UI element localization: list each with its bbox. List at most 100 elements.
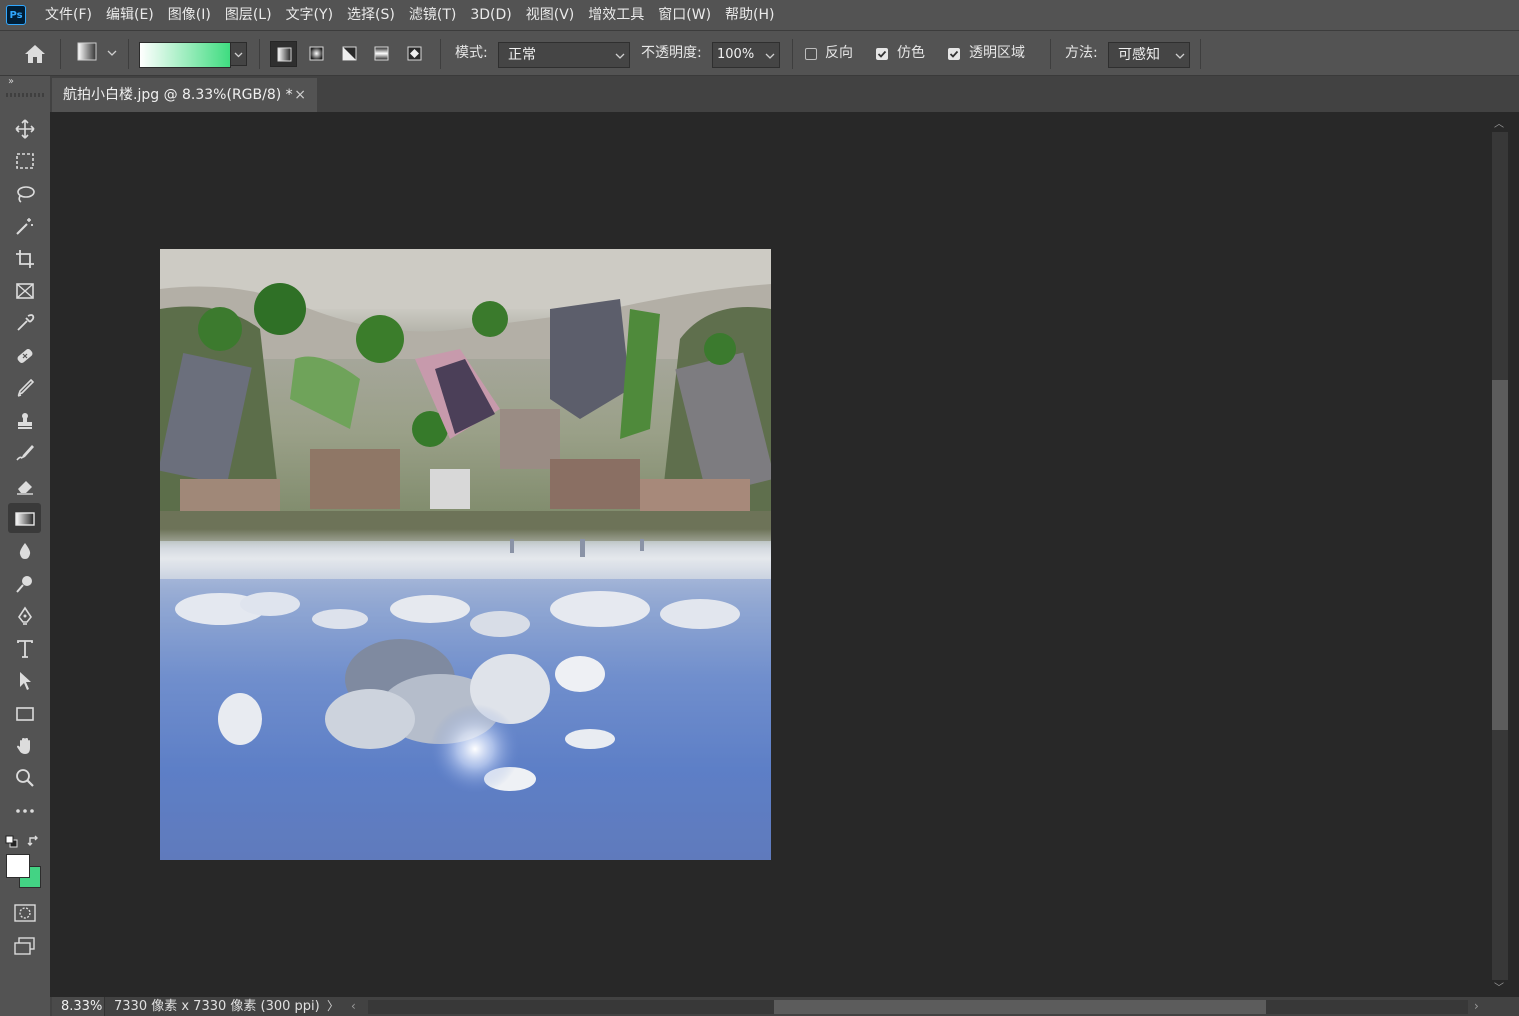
quick-mask-icon [14,904,36,922]
close-icon[interactable]: × [294,78,306,112]
gradient-picker-dropdown[interactable] [230,42,247,66]
hand-tool[interactable] [8,730,41,760]
gradient-editor-swatch[interactable] [139,42,231,68]
method-select[interactable]: 可感知 [1108,42,1190,68]
history-brush-tool[interactable] [8,437,41,467]
move-tool-icon [15,119,35,139]
dodge-tool-icon [16,576,32,593]
brush-tool-icon [17,378,35,397]
screen-mode-button[interactable] [12,935,38,957]
menu-window[interactable]: 窗口(W) [651,0,718,30]
chevron-down-icon [1175,53,1185,59]
dodge-tool[interactable] [8,568,41,598]
diamond-gradient-button[interactable] [401,41,428,67]
transparency-label: 透明区域 [969,45,1025,61]
reflected-gradient-button[interactable] [368,41,395,67]
marquee-tool[interactable] [8,145,41,175]
menu-3d[interactable]: 3D(D) [463,0,518,30]
lasso-tool-icon [17,186,35,203]
angle-gradient-icon [342,46,357,61]
diamond-gradient-icon [407,46,422,61]
hand-tool-icon [17,738,30,754]
linear-gradient-icon [277,47,292,62]
swap-colors-button[interactable] [27,833,41,847]
collapse-panel-icon[interactable]: ›› [8,76,14,87]
radial-gradient-button[interactable] [303,41,330,67]
status-menu-arrow-icon[interactable]: 〉 [327,997,339,1016]
scroll-left-icon[interactable]: ‹ [351,997,356,1016]
menu-plugins[interactable]: 增效工具 [581,0,651,30]
scroll-right-icon[interactable]: › [1474,997,1479,1016]
eyedropper-tool[interactable] [8,307,41,337]
more-tools-icon [16,809,34,813]
method-value: 可感知 [1118,47,1160,63]
tool-preset-dropdown[interactable] [105,45,119,61]
pen-tool-icon [18,606,32,625]
type-tool[interactable] [8,633,41,663]
angle-gradient-button[interactable] [336,41,363,67]
menu-help[interactable]: 帮助(H) [718,0,781,30]
history-brush-tool-icon [16,445,34,461]
stamp-tool[interactable] [8,405,41,435]
pen-tool[interactable] [8,600,41,630]
mode-label: 模式: [455,45,488,61]
menu-view[interactable]: 视图(V) [519,0,582,30]
opacity-input[interactable]: 100% [712,42,780,68]
menu-select[interactable]: 选择(S) [340,0,402,30]
gradient-tool[interactable] [8,503,41,533]
transparency-checkbox[interactable] [948,48,960,60]
method-label: 方法: [1065,45,1098,61]
vertical-scrollbar-thumb[interactable] [1492,380,1508,730]
menu-type[interactable]: 文字(Y) [279,0,340,30]
tool-preset-picker[interactable] [76,41,100,63]
document-tab-title: 航拍小白楼.jpg @ 8.33%(RGB/8) * [63,87,293,103]
scroll-up-icon[interactable]: ︿ [1494,115,1504,130]
quick-mask-button[interactable] [12,902,38,924]
healing-brush-tool-icon [17,349,33,363]
menu-image[interactable]: 图像(I) [161,0,218,30]
menu-file[interactable]: 文件(F) [38,0,99,30]
menu-edit[interactable]: 编辑(E) [99,0,161,30]
checkmark-icon [877,50,887,58]
default-colors-button[interactable] [5,834,19,848]
reflected-gradient-icon [374,46,389,61]
path-selection-tool[interactable] [8,665,41,695]
horizontal-scrollbar-thumb[interactable] [774,1000,1266,1014]
menu-bar: Ps 文件(F) 编辑(E) 图像(I) 图层(L) 文字(Y) 选择(S) 滤… [0,0,1519,30]
foreground-color-swatch[interactable] [6,854,30,878]
home-button[interactable] [20,41,50,67]
move-tool[interactable] [8,113,41,143]
dither-checkbox[interactable] [876,48,888,60]
healing-brush-tool[interactable] [8,340,41,370]
rectangle-tool-icon [16,707,34,721]
scroll-down-icon[interactable]: ﹀ [1494,979,1504,994]
options-divider [60,39,61,69]
blur-tool[interactable] [8,535,41,565]
rectangle-tool[interactable] [8,698,41,728]
linear-gradient-button[interactable] [270,41,297,67]
reverse-checkbox[interactable] [805,48,817,60]
brush-tool[interactable] [8,372,41,402]
mode-select[interactable]: 正常 [498,42,630,68]
stamp-tool-icon [18,413,32,429]
more-tools[interactable] [8,795,41,825]
mode-value: 正常 [508,47,536,63]
zoom-tool[interactable] [8,762,41,792]
eraser-tool[interactable] [8,470,41,500]
document-image[interactable] [160,249,771,860]
panel-grip[interactable] [6,93,44,97]
eyedropper-tool-icon [17,314,35,331]
screen-mode-icon [14,937,35,955]
dither-label: 仿色 [897,45,925,61]
document-tab[interactable]: 航拍小白楼.jpg @ 8.33%(RGB/8) * × [52,78,317,112]
menu-layer[interactable]: 图层(L) [218,0,279,30]
menu-filter[interactable]: 滤镜(T) [402,0,463,30]
zoom-level-field[interactable]: 8.33% [52,997,105,1016]
magic-wand-tool[interactable] [8,210,41,240]
options-divider [259,39,260,69]
crop-tool-icon [16,250,34,268]
status-bar: 8.33% 7330 像素 x 7330 像素 (300 ppi) 〉 ‹ › [50,997,1519,1016]
crop-tool[interactable] [8,243,41,273]
lasso-tool[interactable] [8,178,41,208]
frame-tool[interactable] [8,275,41,305]
